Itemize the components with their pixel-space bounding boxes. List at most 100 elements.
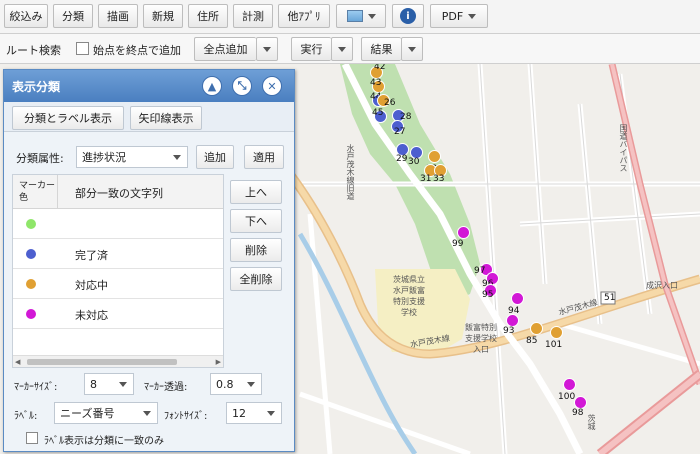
map-marker-label: 29: [396, 154, 408, 164]
map-marker-label: 42: [374, 64, 386, 72]
result-button[interactable]: 結果: [361, 37, 401, 61]
area-label: 茨城: [587, 414, 596, 430]
apply-button[interactable]: 適用: [244, 145, 284, 169]
marker-size-value: 8: [90, 377, 97, 391]
table-row[interactable]: 未対応: [13, 300, 223, 329]
table-row[interactable]: 完了済: [13, 240, 223, 269]
scroll-right-icon[interactable]: ▶: [216, 358, 221, 366]
font-size-select[interactable]: 12: [226, 402, 282, 424]
map-marker[interactable]: [550, 326, 563, 339]
map-marker-label: 43: [370, 78, 382, 88]
marker-opacity-select[interactable]: 0.8: [210, 373, 262, 395]
label-select-value: ニーズ番号: [60, 407, 115, 420]
main-toolbar: 絞込み 分類 描画 新規 住所 計測 他ｱﾌﾟﾘ i PDF: [0, 0, 700, 34]
col-divider: [57, 175, 58, 209]
panel-title: 表示分類: [12, 79, 61, 94]
table-row[interactable]: 対応中: [13, 270, 223, 299]
delete-all-button[interactable]: 全削除: [230, 267, 282, 291]
measure-button[interactable]: 計測: [233, 4, 273, 28]
address-button[interactable]: 住所: [188, 4, 228, 28]
marker-size-select[interactable]: 8: [84, 373, 134, 395]
collapse-icon[interactable]: ▲: [202, 76, 222, 96]
attr-select-value: 進捗状況: [82, 151, 126, 164]
col-marker-header: マーカー色: [19, 181, 56, 203]
tab-arrow-line[interactable]: 矢印線表示: [130, 106, 202, 130]
close-icon[interactable]: ✕: [262, 76, 282, 96]
map-marker-label: 30: [408, 157, 420, 167]
marker-color-dot: [26, 279, 36, 289]
map-marker[interactable]: [511, 292, 524, 305]
resize-icon[interactable]: ⤡: [232, 76, 252, 96]
label-select[interactable]: ニーズ番号: [54, 402, 158, 424]
move-up-button[interactable]: 上へ: [230, 180, 282, 204]
route-toolbar: ルート検索 始点を終点で追加 全点追加 実行 結果: [0, 34, 700, 64]
marker-color-dot: [26, 309, 36, 319]
map-marker[interactable]: [563, 378, 576, 391]
bypass-label: 国道バイパス: [619, 124, 628, 172]
new-button[interactable]: 新規: [143, 4, 183, 28]
add-all-points-button[interactable]: 全点追加: [194, 37, 256, 61]
label-only-match-label: ﾗﾍﾞﾙ表示は分類に一致のみ: [44, 436, 164, 447]
map-marker-label: 31: [420, 174, 432, 184]
facility1-label: 茨城県立 水戸飯富 特別支援 学校: [393, 275, 425, 317]
col-partial-header: 部分一致の文字列: [75, 187, 163, 200]
draw-button[interactable]: 描画: [98, 4, 138, 28]
row-text: 未対応: [75, 309, 108, 322]
attr-label: 分類属性:: [16, 152, 64, 165]
facility2-label: 飯富特別 支援学校 入口: [465, 323, 497, 354]
table-header: マーカー色 部分一致の文字列: [13, 175, 223, 209]
map-marker[interactable]: [457, 226, 470, 239]
classify-button[interactable]: 分類: [53, 4, 93, 28]
map-marker-label: 28: [400, 112, 412, 122]
map-marker-label: 85: [526, 336, 538, 346]
start-as-end-checkbox[interactable]: [76, 42, 89, 55]
result-dropdown[interactable]: [401, 37, 423, 61]
map-marker-label: 33: [433, 174, 445, 184]
map-marker-label: 95: [482, 290, 494, 300]
road-vertical-label: 水戸茂木線旧道: [346, 144, 355, 200]
horizontal-scrollbar[interactable]: ◀ ▶: [13, 355, 223, 367]
row-text: 対応中: [75, 279, 108, 292]
map-marker-label: 97: [474, 266, 486, 276]
marker-size-label: ﾏｰｶｰｻｲｽﾞ:: [14, 382, 58, 393]
label-only-match-checkbox[interactable]: [26, 432, 38, 444]
route-51-label: 51: [604, 293, 616, 303]
start-as-end-label: 始点を終点で追加: [93, 44, 181, 57]
delete-button[interactable]: 削除: [230, 238, 282, 262]
info-button[interactable]: i: [392, 4, 424, 28]
marker-color-dot: [26, 249, 36, 259]
info-icon: i: [400, 8, 416, 24]
marker-color-dot: [26, 219, 36, 229]
map-marker[interactable]: [428, 150, 441, 163]
execute-button[interactable]: 実行: [291, 37, 331, 61]
map-marker-label: 93: [503, 326, 515, 336]
attr-select[interactable]: 進捗状況: [76, 146, 188, 168]
map-marker-label: 99: [452, 239, 464, 249]
map-marker[interactable]: [530, 322, 543, 335]
scrollbar-thumb[interactable]: [27, 359, 177, 365]
tab-class-and-label[interactable]: 分類とラベル表示: [12, 106, 124, 130]
font-size-value: 12: [232, 406, 246, 420]
pdf-label: PDF: [441, 9, 464, 23]
map-marker-label: 98: [572, 408, 584, 418]
other-app-button[interactable]: 他ｱﾌﾟﾘ: [278, 4, 330, 28]
map-marker-label: 27: [394, 127, 406, 137]
image-menu-button[interactable]: [336, 4, 386, 28]
execute-dropdown[interactable]: [331, 37, 353, 61]
add-button[interactable]: 追加: [196, 145, 234, 169]
move-down-button[interactable]: 下へ: [230, 209, 282, 233]
classification-table: マーカー色 部分一致の文字列 完了済 対応中 未対応 ◀ ▶: [12, 174, 224, 368]
image-icon: [346, 10, 363, 22]
classification-panel: 表示分類 ▲ ⤡ ✕ 分類とラベル表示 矢印線表示 分類属性: 進捗状況 追加 …: [3, 69, 295, 452]
add-all-points-dropdown[interactable]: [256, 37, 278, 61]
table-row[interactable]: [13, 210, 223, 239]
marker-opacity-value: 0.8: [216, 377, 234, 391]
pdf-button[interactable]: PDF: [430, 4, 488, 28]
scroll-left-icon[interactable]: ◀: [15, 358, 20, 366]
map-marker-label: 101: [545, 340, 563, 350]
route-search-label: ルート検索: [6, 44, 61, 57]
font-size-label: ﾌｫﾝﾄｻｲｽﾞ:: [164, 411, 208, 422]
map-marker-label: 45: [372, 108, 384, 118]
narrow-button[interactable]: 絞込み: [4, 4, 48, 28]
panel-header[interactable]: 表示分類 ▲ ⤡ ✕: [4, 70, 294, 102]
